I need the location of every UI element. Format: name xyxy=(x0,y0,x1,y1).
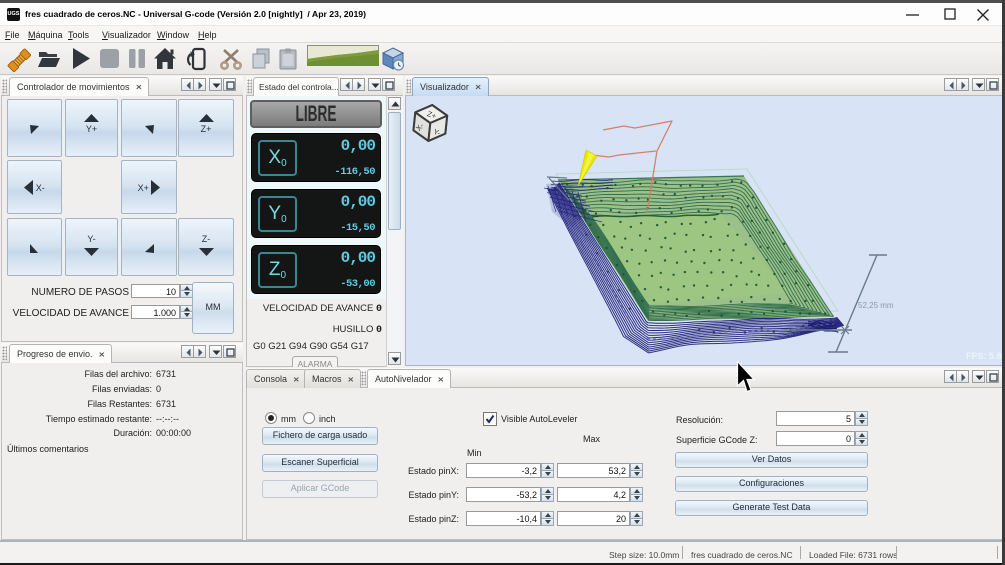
svg-text:52,25 mm: 52,25 mm xyxy=(858,301,894,310)
svg-text:FPS: 5.87: FPS: 5.87 xyxy=(966,351,1002,361)
